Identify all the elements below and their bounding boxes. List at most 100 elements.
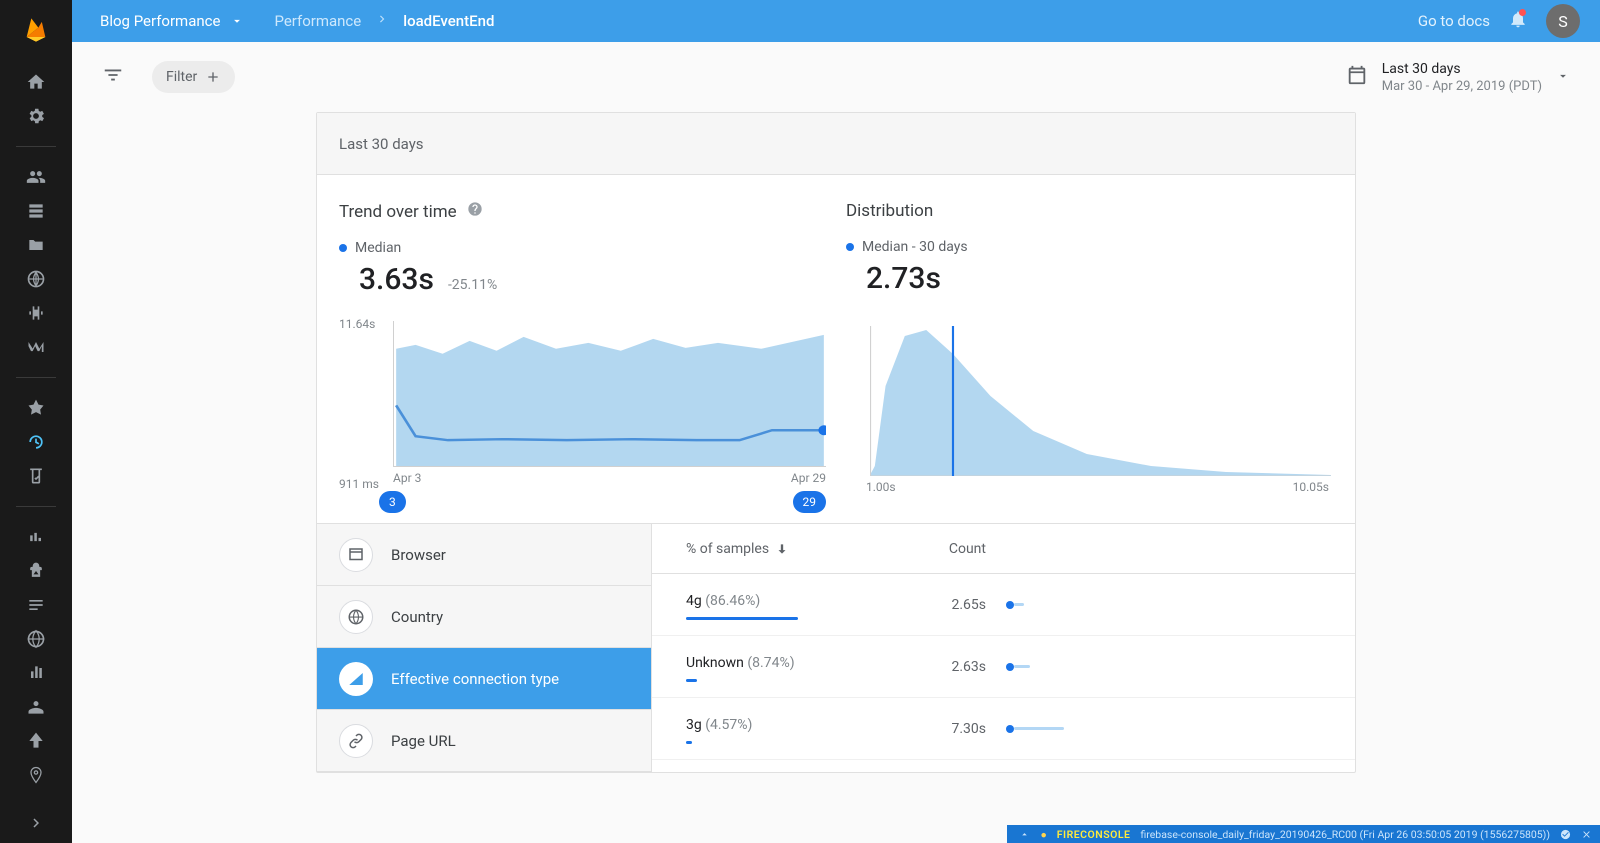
dimension-item-ect[interactable]: Effective connection type <box>317 648 651 710</box>
nav-inapp-icon[interactable] <box>12 657 60 689</box>
dimension-item-country[interactable]: Country <box>317 586 651 648</box>
nav-dynamiclinks-icon[interactable] <box>12 725 60 757</box>
plus-icon <box>205 69 221 85</box>
nav-home-icon[interactable] <box>12 66 60 98</box>
trend-legend: Median <box>339 240 826 256</box>
filter-bar: Filter Last 30 days Mar 30 - Apr 29, 201… <box>72 42 1600 112</box>
nav-analytics-icon[interactable] <box>12 521 60 553</box>
dimension-list: Browser Country Effective connection typ… <box>317 524 652 772</box>
dropdown-icon <box>1556 68 1570 87</box>
date-range-detail: Mar 30 - Apr 29, 2019 (PDT) <box>1382 79 1542 94</box>
firebase-logo <box>22 16 50 44</box>
row-name: Unknown (8.74%) <box>686 655 795 671</box>
date-chip-start[interactable]: 3 <box>379 491 406 513</box>
nav-crashlytics-icon[interactable] <box>12 392 60 424</box>
trend-xstart: Apr 3 <box>393 471 421 485</box>
go -to-docs-link[interactable]: Go to docs <box>1418 12 1490 30</box>
sidebar <box>0 0 72 843</box>
card-header: Last 30 days <box>317 113 1355 175</box>
nav-storage-icon[interactable] <box>12 229 60 261</box>
chevron-up-icon[interactable] <box>1019 829 1030 840</box>
sidebar-divider <box>16 146 56 147</box>
nav-admob-icon[interactable] <box>12 759 60 791</box>
date-range-picker[interactable]: Last 30 days Mar 30 - Apr 29, 2019 (PDT) <box>1346 61 1570 94</box>
nav-auth-icon[interactable] <box>12 161 60 193</box>
nav-testlab-icon[interactable] <box>12 460 60 492</box>
table-row[interactable]: Unknown (8.74%) 2.63s <box>652 636 1355 698</box>
status-bar: ● FIRECONSOLE firebase-console_daily_fri… <box>1007 825 1600 843</box>
chevron-right-icon <box>375 12 389 30</box>
dropdown-icon <box>230 14 244 28</box>
dimension-label: Country <box>391 608 443 626</box>
row-dotbar <box>1006 600 1321 610</box>
avatar[interactable]: S <box>1546 4 1580 38</box>
nav-functions-icon[interactable] <box>12 297 60 329</box>
project-name: Blog Performance <box>100 12 220 30</box>
notifications-icon[interactable] <box>1508 9 1528 33</box>
legend-dot <box>846 243 854 251</box>
nav-abtesting-icon[interactable] <box>12 589 60 621</box>
date-range-label: Last 30 days <box>1382 61 1542 77</box>
globe-icon <box>339 600 373 634</box>
link-icon <box>339 724 373 758</box>
nav-gear-icon[interactable] <box>12 100 60 132</box>
distribution-panel: Distribution Median - 30 days 2.73s <box>846 201 1333 513</box>
sidebar-divider-2 <box>16 377 56 378</box>
breadcrumb-parent[interactable]: Performance <box>274 12 361 30</box>
table-row[interactable]: 4g (86.46%) 2.65s <box>652 574 1355 636</box>
nav-performance-icon[interactable] <box>12 426 60 458</box>
notification-dot <box>1519 9 1526 16</box>
nav-hosting-icon[interactable] <box>12 263 60 295</box>
row-count: 2.63s <box>886 659 986 675</box>
dist-xend: 10.05s <box>1293 480 1329 494</box>
nav-database-icon[interactable] <box>12 195 60 227</box>
dimension-label: Effective connection type <box>391 670 559 688</box>
close-icon[interactable] <box>1581 829 1592 840</box>
signal-icon <box>339 662 373 696</box>
legend-dot <box>339 244 347 252</box>
trend-panel: Trend over time Median 3.63s -25.11% 11.… <box>339 201 826 513</box>
trend-xend: Apr 29 <box>791 471 826 485</box>
row-name: 3g (4.57%) <box>686 717 752 733</box>
dimension-item-pageurl[interactable]: Page URL <box>317 710 651 772</box>
trend-delta: -25.11% <box>448 277 497 293</box>
row-count: 2.65s <box>886 597 986 613</box>
status-text: firebase-console_daily_friday_20190426_R… <box>1140 828 1550 841</box>
row-name: 4g (86.46%) <box>686 593 760 609</box>
trend-title: Trend over time <box>339 201 826 222</box>
dist-xstart: 1.00s <box>866 480 896 494</box>
table-row[interactable]: 3g (4.57%) 7.30s <box>652 698 1355 760</box>
nav-predictions-icon[interactable] <box>12 555 60 587</box>
dist-legend: Median - 30 days <box>846 239 1333 255</box>
check-circle-icon <box>1560 829 1571 840</box>
help-icon[interactable] <box>467 201 483 222</box>
col-count[interactable]: Count <box>886 541 986 557</box>
status-tag: FIRECONSOLE <box>1057 828 1131 841</box>
dimensions-section: Browser Country Effective connection typ… <box>317 523 1355 772</box>
dist-legend-label: Median - 30 days <box>862 239 968 255</box>
date-chip-end[interactable]: 29 <box>793 491 827 513</box>
nav-ml-icon[interactable] <box>12 331 60 363</box>
row-dotbar <box>1006 724 1321 734</box>
sidebar-expand-icon[interactable] <box>12 803 60 843</box>
metrics-card: Last 30 days Trend over time Median 3.63… <box>316 112 1356 773</box>
distribution-chart <box>862 326 1333 476</box>
topbar: Blog Performance Performance loadEventEn… <box>72 0 1600 42</box>
trend-title-text: Trend over time <box>339 202 457 222</box>
filter-list-icon[interactable] <box>102 64 124 90</box>
dist-value: 2.73s <box>866 261 941 296</box>
dimension-item-browser[interactable]: Browser <box>317 524 651 586</box>
filter-chip-label: Filter <box>166 69 197 85</box>
col-samples[interactable]: % of samples <box>686 541 886 557</box>
trend-legend-label: Median <box>355 240 401 256</box>
project-selector[interactable]: Blog Performance <box>100 12 244 30</box>
dimension-label: Page URL <box>391 732 456 750</box>
row-dotbar <box>1006 662 1321 672</box>
trend-chart: 11.64s 911 ms Apr 3 Apr 29 <box>339 321 826 513</box>
filter-chip[interactable]: Filter <box>152 61 235 93</box>
trend-value: 3.63s <box>359 262 434 297</box>
row-bar <box>686 679 697 682</box>
nav-cloudmessaging-icon[interactable] <box>12 623 60 655</box>
dimension-label: Browser <box>391 546 446 564</box>
nav-remoteconfig-icon[interactable] <box>12 691 60 723</box>
